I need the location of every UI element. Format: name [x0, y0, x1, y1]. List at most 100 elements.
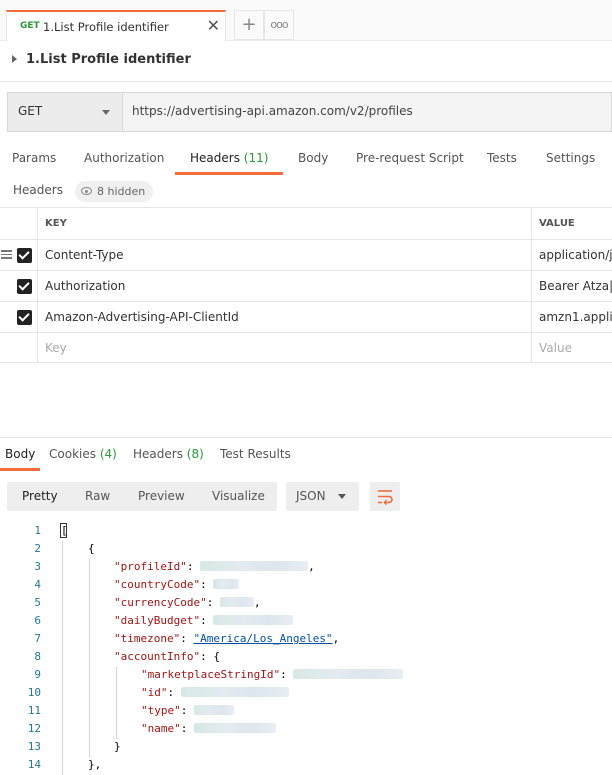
- tab-headers-label: Headers: [190, 151, 240, 165]
- more-tabs-button[interactable]: ooo: [264, 10, 294, 40]
- line-number: 4: [34, 578, 41, 591]
- response-tabs: Body Cookies (4) Headers (8) Test Result…: [0, 447, 612, 472]
- code-line: },: [88, 758, 101, 771]
- redacted-value: [219, 597, 254, 607]
- header-value-cell[interactable]: amzn1.application: [531, 302, 612, 332]
- code-line: {: [88, 542, 95, 555]
- table-row: Content-Type application/json: [0, 239, 612, 270]
- code-line: "id":: [141, 686, 289, 699]
- format-select[interactable]: JSON: [286, 482, 359, 511]
- table-row: Amazon-Advertising-API-ClientId amzn1.ap…: [0, 301, 612, 332]
- row-checkbox[interactable]: [17, 310, 32, 325]
- new-value-input: Value: [539, 341, 572, 355]
- json-key: "timezone": [114, 632, 181, 645]
- response-body-editor[interactable]: 1 2 3 4 5 6 7 8 9 10 11 12 13 14 [ { "pr…: [0, 521, 612, 775]
- json-key: "currencyCode": [114, 596, 207, 609]
- hidden-headers-toggle[interactable]: 8 hidden: [75, 181, 153, 202]
- code-token: {: [213, 650, 220, 663]
- resp-tab-body[interactable]: Body: [5, 447, 35, 461]
- tab-tests[interactable]: Tests: [487, 151, 517, 165]
- request-tab-strip: GET 1.List Profile identifier ✕ + ooo: [0, 0, 612, 41]
- table-row-new: Key Value: [0, 332, 612, 363]
- indent-guide: [116, 667, 117, 739]
- resp-tab-test-results[interactable]: Test Results: [220, 447, 291, 461]
- active-resp-tab-indicator: [0, 468, 40, 471]
- tab-prerequest-script[interactable]: Pre-request Script: [356, 151, 464, 165]
- headers-section-label: Headers: [13, 183, 63, 197]
- response-divider: [0, 437, 612, 438]
- tab-headers[interactable]: Headers (11): [190, 151, 268, 165]
- close-icon[interactable]: ✕: [207, 16, 220, 35]
- wrap-lines-icon: [378, 490, 393, 505]
- line-number: 1: [34, 524, 41, 537]
- resp-tab-cookies-count: (4): [99, 447, 117, 461]
- view-pretty-button[interactable]: Pretty: [22, 489, 58, 503]
- code-line: "type":: [141, 704, 234, 717]
- code-line: "dailyBudget":: [114, 614, 294, 627]
- redacted-value: [213, 615, 294, 625]
- add-tab-button[interactable]: +: [234, 10, 264, 40]
- code-line: }: [114, 740, 121, 753]
- header-check-cell: [0, 208, 38, 239]
- request-title: 1.List Profile identifier: [26, 52, 191, 67]
- tab-params[interactable]: Params: [12, 151, 56, 165]
- header-key[interactable]: Authorization: [45, 279, 125, 293]
- redacted-value: [180, 687, 289, 697]
- code-token: }: [114, 740, 121, 753]
- redacted-value: [213, 579, 240, 589]
- chevron-down-icon: [102, 110, 110, 115]
- header-key[interactable]: Content-Type: [45, 248, 124, 262]
- line-number: 8: [34, 650, 41, 663]
- code-line: "marketplaceStringId":: [141, 668, 404, 681]
- json-key: "accountInfo": [114, 650, 201, 663]
- header-value-cell[interactable]: Bearer Atza|: [531, 271, 612, 301]
- json-key: "countryCode": [114, 578, 201, 591]
- drag-handle-icon[interactable]: [1, 250, 12, 259]
- resp-tab-headers-count: (8): [186, 447, 204, 461]
- row-checkbox[interactable]: [17, 279, 32, 294]
- line-number: 5: [34, 596, 41, 609]
- new-value-cell[interactable]: Value: [531, 333, 612, 363]
- tab-authorization[interactable]: Authorization: [84, 151, 164, 165]
- line-number: 2: [34, 542, 41, 555]
- resp-tab-cookies[interactable]: Cookies (4): [49, 447, 117, 461]
- view-preview-button[interactable]: Preview: [138, 489, 185, 503]
- resp-tab-cookies-label: Cookies: [49, 447, 96, 461]
- active-tab-indicator: [175, 172, 283, 175]
- indent-guide: [89, 559, 90, 757]
- header-value-cell[interactable]: application/json: [531, 240, 612, 270]
- caret-right-icon[interactable]: [12, 55, 17, 63]
- row-checkbox[interactable]: [17, 248, 32, 263]
- new-key-input[interactable]: Key: [45, 341, 67, 355]
- code-token: },: [88, 758, 102, 771]
- header-value: Bearer Atza|: [539, 279, 612, 293]
- url-bar: GET: [7, 92, 612, 132]
- line-number: 9: [34, 668, 41, 681]
- headers-table: KEY VALUE Content-Type application/json …: [0, 207, 612, 363]
- url-input[interactable]: [132, 104, 602, 118]
- redacted-value: [194, 723, 276, 733]
- request-tabs: Params Authorization Headers (11) Body P…: [0, 143, 612, 175]
- row-check-cell: [0, 333, 38, 363]
- resp-tab-headers[interactable]: Headers (8): [133, 447, 204, 461]
- method-select[interactable]: GET: [8, 93, 123, 131]
- view-raw-button[interactable]: Raw: [85, 489, 110, 503]
- code-line: "currencyCode": ,: [114, 596, 261, 609]
- request-tab-title: 1.List Profile identifier: [43, 20, 169, 34]
- table-row: Authorization Bearer Atza|: [0, 270, 612, 301]
- wrap-lines-button[interactable]: [370, 482, 400, 511]
- code-line: "timezone": "America/Los_Angeles",: [114, 632, 340, 645]
- header-value: application/json: [539, 248, 612, 262]
- header-key[interactable]: Amazon-Advertising-API-ClientId: [45, 310, 239, 324]
- line-number: 6: [34, 614, 41, 627]
- chevron-down-icon: [338, 494, 346, 499]
- line-number: 14: [27, 758, 41, 771]
- request-tab-method: GET: [20, 21, 40, 31]
- request-tab[interactable]: GET 1.List Profile identifier ✕: [6, 10, 226, 41]
- line-number: 10: [27, 686, 41, 699]
- tab-body[interactable]: Body: [298, 151, 328, 165]
- tab-settings[interactable]: Settings: [546, 151, 595, 165]
- row-check-cell: [0, 271, 38, 301]
- resp-tab-headers-label: Headers: [133, 447, 183, 461]
- view-visualize-button[interactable]: Visualize: [212, 489, 265, 503]
